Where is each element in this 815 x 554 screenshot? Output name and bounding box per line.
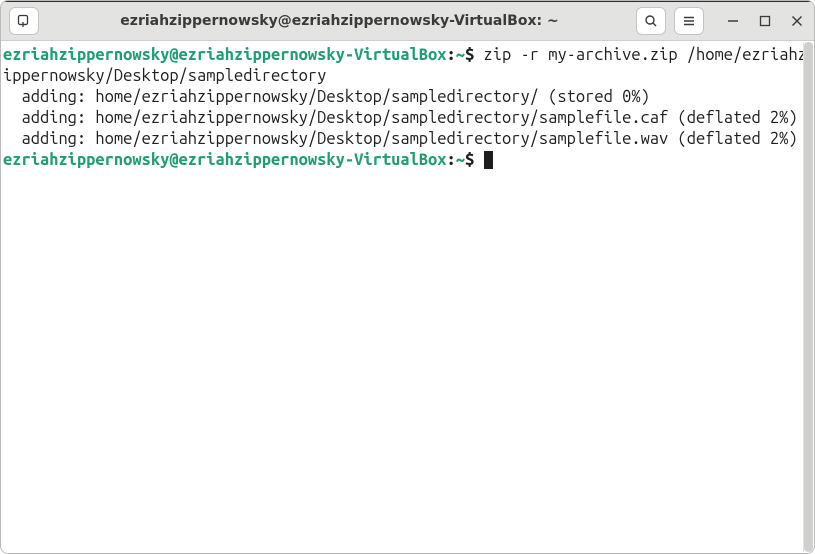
- output-line: adding: home/ezriahzippernowsky/Desktop/…: [3, 130, 798, 148]
- maximize-icon: [759, 15, 771, 27]
- hamburger-icon: [681, 13, 697, 29]
- menu-button[interactable]: [674, 7, 704, 35]
- prompt-user-host: ezriahzippernowsky@ezriahzippernowsky-Vi…: [3, 151, 447, 169]
- prompt-path: ~: [456, 151, 465, 169]
- search-icon: [643, 13, 659, 29]
- prompt-separator: :: [447, 46, 456, 64]
- titlebar-right: [636, 7, 806, 35]
- search-button[interactable]: [636, 7, 666, 35]
- close-icon: [791, 15, 803, 27]
- window-title: ezriahzippernowsky@ezriahzippernowsky-Vi…: [43, 13, 636, 29]
- cursor: [484, 151, 493, 169]
- terminal-body[interactable]: ezriahzippernowsky@ezriahzippernowsky-Vi…: [1, 41, 814, 553]
- close-button[interactable]: [788, 12, 806, 30]
- output-line: adding: home/ezriahzippernowsky/Desktop/…: [3, 88, 650, 106]
- scrollbar-thumb[interactable]: [804, 42, 813, 552]
- prompt-symbol: $: [465, 46, 474, 64]
- prompt-user-host: ezriahzippernowsky@ezriahzippernowsky-Vi…: [3, 46, 447, 64]
- prompt-separator: :: [447, 151, 456, 169]
- minimize-icon: [727, 15, 739, 27]
- prompt-symbol: $: [465, 151, 474, 169]
- titlebar: ezriahzippernowsky@ezriahzippernowsky-Vi…: [1, 1, 814, 41]
- titlebar-left: [9, 7, 43, 35]
- prompt-path: ~: [456, 46, 465, 64]
- new-tab-button[interactable]: [9, 7, 39, 35]
- window-controls: [724, 12, 806, 30]
- scrollbar[interactable]: [803, 42, 813, 552]
- minimize-button[interactable]: [724, 12, 742, 30]
- terminal-window: ezriahzippernowsky@ezriahzippernowsky-Vi…: [0, 0, 815, 554]
- output-line: adding: home/ezriahzippernowsky/Desktop/…: [3, 109, 798, 127]
- maximize-button[interactable]: [756, 12, 774, 30]
- new-tab-icon: [16, 13, 32, 29]
